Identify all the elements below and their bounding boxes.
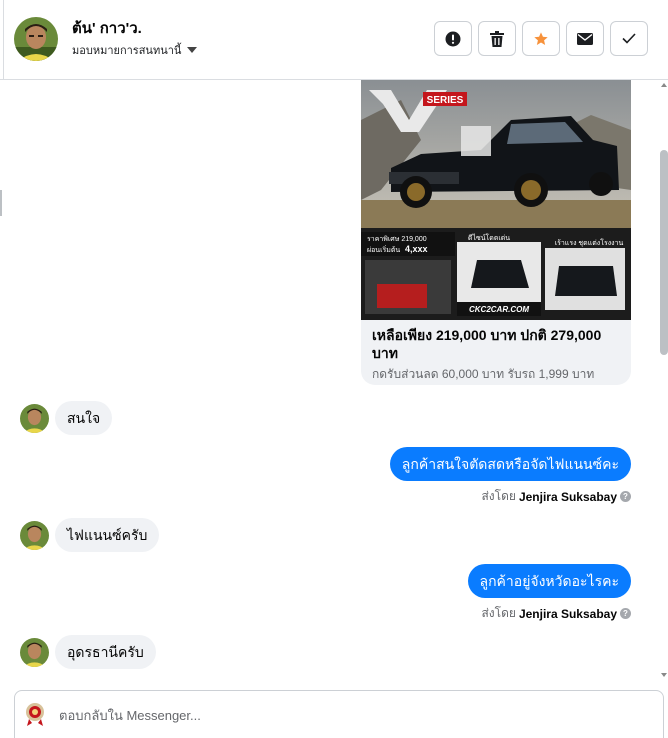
ad-price-tag: ราคาพิเศษ 219,000 [367,235,427,243]
spam-button[interactable] [434,21,472,56]
message-row-incoming: อุดรธานีครับ [20,635,156,669]
ad-title: เหลือเพียง 219,000 บาท ปกติ 279,000 บาท [372,327,602,361]
chevron-down-icon [187,47,198,53]
sent-by-line: ส่งโดย Jenjira Suksabay ? [481,487,631,506]
sent-by-label: ส่งโดย [481,606,516,620]
divider [3,0,4,80]
resize-handle[interactable] [0,190,2,216]
mark-unread-button[interactable] [566,21,604,56]
avatar[interactable] [20,637,49,667]
message-row-incoming: ไฟแนนซ์ครับ [20,518,160,552]
message-row-incoming: สนใจ [20,401,113,435]
sent-by-line: ส่งโดย Jenjira Suksabay ? [481,604,631,623]
ad-image: SERIES ราคาพิเศษ 219,000 ผ่อนเริ่มต้น 4,… [361,80,631,320]
contact-avatar[interactable] [14,17,58,61]
sender-name: Jenjira Suksabay [518,606,617,621]
delete-button[interactable] [478,21,516,56]
ad-right-caption: เร้าแรง ชุดแต่งโรงงาน [555,238,624,247]
scroll-up-arrow[interactable] [661,83,667,87]
ad-mid-caption: ดีไซน์โดดเด่น [468,233,510,242]
envelope-icon [577,32,593,45]
ad-site: CKC2CAR.COM [469,305,529,314]
contact-name[interactable]: ต้น' กาว'ว. [72,16,142,40]
ad-card[interactable]: SERIES ราคาพิเศษ 219,000 ผ่อนเริ่มต้น 4,… [361,80,631,385]
conversation-thread[interactable]: SERIES ราคาพิเศษ 219,000 ผ่อนเริ่มต้น 4,… [0,80,668,680]
incoming-message[interactable]: ไฟแนนซ์ครับ [55,518,160,552]
incoming-message[interactable]: อุดรธานีครับ [55,635,156,669]
trash-icon [490,30,504,47]
outgoing-message[interactable]: ลูกค้าสนใจตัดสดหรือจัดไฟแนนซ์คะ [389,447,631,481]
sender-name: Jenjira Suksabay [518,489,617,504]
reply-composer [14,690,664,738]
outgoing-message[interactable]: ลูกค้าอยู่จังหวัดอะไรคะ [467,564,631,598]
assign-conversation-dropdown[interactable]: มอบหมายการสนทนานี้ [72,41,198,59]
ad-badge: SERIES [427,95,464,106]
scroll-thumb[interactable] [660,150,668,355]
conversation-scrollbar[interactable] [660,80,668,680]
scroll-down-arrow[interactable] [661,673,667,677]
star-icon [534,31,548,45]
ad-subtitle: กดรับส่วนลด 60,000 บาท รับรถ 1,999 บาท [372,367,595,381]
reply-input[interactable] [59,705,459,725]
avatar[interactable] [20,520,49,550]
header-actions [434,21,648,56]
incoming-message[interactable]: สนใจ [55,401,113,435]
star-button[interactable] [522,21,560,56]
check-icon [622,33,636,44]
ad-installment-label: ผ่อนเริ่มต้น [367,245,400,254]
ad-installment-value: 4,xxx [405,244,428,254]
conversation-header: ต้น' กาว'ว. มอบหมายการสนทนานี้ [0,0,668,80]
avatar[interactable] [20,403,49,433]
done-button[interactable] [610,21,648,56]
question-icon[interactable]: ? [620,491,631,502]
page-avatar [26,703,44,726]
assign-label: มอบหมายการสนทนานี้ [72,45,182,57]
exclamation-icon [445,31,461,46]
question-icon[interactable]: ? [620,608,631,619]
sent-by-label: ส่งโดย [481,489,516,503]
